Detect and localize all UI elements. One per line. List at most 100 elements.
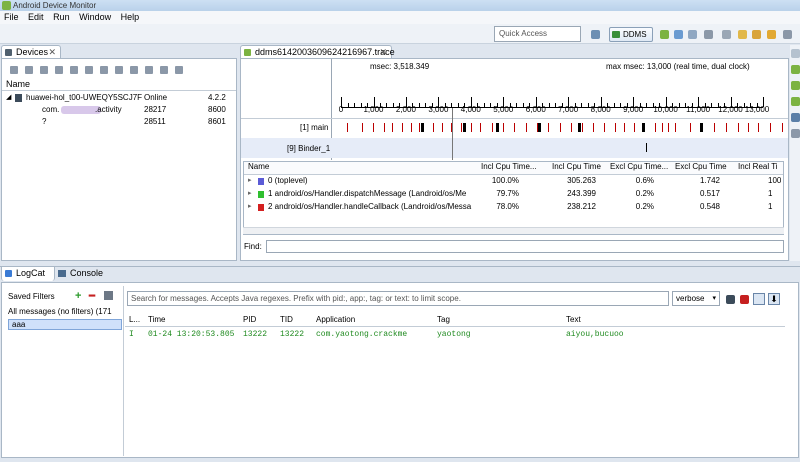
time-cursor-line[interactable] — [452, 108, 453, 160]
collapse-arrow-icon[interactable]: ◢ — [6, 93, 11, 101]
heap-view-icon[interactable] — [791, 97, 800, 106]
tab-devices[interactable]: Devices ✕ — [1, 45, 61, 59]
right-side-toolbar — [790, 45, 800, 261]
trace-call-mark — [675, 123, 676, 132]
profile-cell: 1 android/os/Handler.dispatchMessage (La… — [268, 189, 467, 198]
expand-arrow-icon[interactable]: ▸ — [248, 202, 252, 210]
opengl-trace-icon[interactable] — [160, 65, 168, 74]
document-icon[interactable] — [688, 30, 697, 39]
profile-cell: 0.548 — [699, 202, 720, 211]
save-icon[interactable] — [674, 30, 683, 39]
timeline-tick — [587, 103, 589, 107]
profile-cell: 243.399 — [567, 189, 596, 198]
arrow-right-icon[interactable] — [767, 30, 776, 39]
trace-call-mark — [593, 123, 594, 132]
edit-filter-icon[interactable] — [104, 291, 113, 300]
log-level-select[interactable]: verbose ▾ — [672, 291, 720, 306]
expand-arrow-icon[interactable]: ▸ — [248, 176, 252, 184]
logcat-search-input[interactable]: Search for messages. Accepts Java regexe… — [127, 291, 669, 306]
update-threads-icon[interactable] — [70, 65, 78, 74]
filter-aaa[interactable]: aaa — [8, 319, 122, 330]
profile-horizontal-scrollbar[interactable] — [243, 227, 784, 234]
trace-call-mark — [668, 123, 669, 132]
threads-view-icon[interactable] — [791, 81, 800, 90]
process-row[interactable]: com. .activity 28217 8600 — [4, 105, 236, 116]
stop-process-icon[interactable] — [100, 65, 108, 74]
profile-cell: 238.212 — [567, 202, 596, 211]
trace-call-mark — [690, 123, 691, 132]
scroll-lock-icon[interactable]: ⬇ — [768, 293, 780, 305]
timeline-tick — [516, 103, 518, 107]
dump-view-icon[interactable] — [130, 65, 138, 74]
menu-file[interactable]: File — [4, 12, 19, 22]
expand-arrow-icon[interactable]: ▸ — [248, 189, 252, 197]
device-row[interactable]: ◢ huawei-hol_t00-UWEQY5SCJ7F Online 4.2.… — [4, 93, 236, 104]
trace-call-mark — [419, 123, 420, 132]
remove-filter-icon[interactable]: ━ — [89, 291, 95, 302]
timeline-tick-label: 2,000 — [395, 105, 416, 114]
quick-access-input[interactable]: Quick Access — [494, 26, 581, 42]
menu-edit[interactable]: Edit — [28, 12, 44, 22]
method-color-swatch — [258, 178, 264, 185]
log-row[interactable]: I 01-24 13:20:53.805 13222 13222 com.yao… — [125, 330, 785, 341]
toggle-filters-icon[interactable] — [753, 293, 765, 305]
tab-trace[interactable]: ddms6142003609624216967.trace ✕ — [240, 45, 395, 59]
cause-gc-icon[interactable] — [55, 65, 63, 74]
profile-row[interactable]: ▸ 0 (toplevel) 100.0% 305.263 0.6% 1.742 100 — [244, 175, 783, 188]
timeline-tick-label: 6,000 — [525, 105, 546, 114]
trace-call-mark — [538, 123, 541, 132]
trace-call-mark — [411, 123, 412, 132]
timeline-tick — [711, 103, 713, 107]
timeline-tick-label: 13,000 — [744, 105, 770, 114]
screen-capture-icon[interactable] — [115, 65, 123, 74]
timeline-tick — [483, 103, 485, 107]
save-log-icon[interactable] — [726, 295, 735, 304]
timeline-tick — [392, 103, 394, 107]
systrace-icon[interactable] — [145, 65, 153, 74]
method-color-swatch — [258, 204, 264, 211]
android-view-icon[interactable] — [791, 65, 800, 74]
trace-call-mark — [615, 123, 616, 132]
start-method-profiling-icon[interactable] — [85, 65, 93, 74]
minimize-icon[interactable] — [791, 49, 800, 58]
trace-call-mark — [496, 123, 499, 132]
menu-window[interactable]: Window — [79, 12, 111, 22]
devices-toolbar — [10, 64, 236, 74]
profile-row[interactable]: ▸ 2 android/os/Handler.handleCallback (La… — [244, 201, 783, 214]
profile-cell: 0.517 — [699, 189, 720, 198]
back-nav-icon[interactable] — [722, 30, 731, 39]
view-menu-icon[interactable] — [175, 65, 183, 74]
debug-icon[interactable] — [10, 65, 18, 74]
filter-all-messages[interactable]: All messages (no filters) (171 — [8, 307, 122, 316]
find-input[interactable] — [266, 240, 784, 253]
forward-nav-icon[interactable] — [738, 30, 747, 39]
timeline-tick — [522, 103, 524, 107]
android-icon[interactable] — [660, 30, 669, 39]
trace-call-mark — [571, 123, 572, 132]
network-view-icon[interactable] — [791, 113, 800, 122]
process-row[interactable]: ? 28511 8601 — [4, 117, 236, 128]
trace-call-mark — [578, 123, 581, 132]
ddms-perspective-button[interactable]: DDMS — [609, 27, 653, 42]
profile-cell: 2 android/os/Handler.handleCallback (Lan… — [268, 202, 472, 211]
tab-logcat[interactable]: LogCat — [1, 267, 55, 281]
tab-console[interactable]: Console — [58, 268, 103, 278]
more-icon[interactable] — [783, 30, 792, 39]
menu-help[interactable]: Help — [121, 12, 140, 22]
arrow-left-icon[interactable] — [752, 30, 761, 39]
dump-hprof-icon[interactable] — [40, 65, 48, 74]
file-explorer-icon[interactable] — [791, 129, 800, 138]
update-heap-icon[interactable] — [25, 65, 33, 74]
nav-dropdown-icon[interactable] — [704, 30, 713, 39]
profile-cell: 100.0% — [491, 176, 519, 185]
clear-log-icon[interactable] — [740, 295, 749, 304]
open-perspective-icon[interactable] — [591, 30, 600, 39]
trace-call-mark — [655, 123, 656, 132]
add-filter-icon[interactable]: + — [75, 290, 81, 302]
menu-run[interactable]: Run — [53, 12, 70, 22]
thread-label-binder[interactable]: [9] Binder_1 — [287, 144, 330, 153]
thread-label-main[interactable]: [1] main — [300, 123, 328, 132]
profile-row[interactable]: ▸ 1 android/os/Handler.dispatchMessage (L… — [244, 188, 783, 201]
trace-call-mark — [758, 123, 759, 132]
timeline-tick — [347, 103, 349, 107]
